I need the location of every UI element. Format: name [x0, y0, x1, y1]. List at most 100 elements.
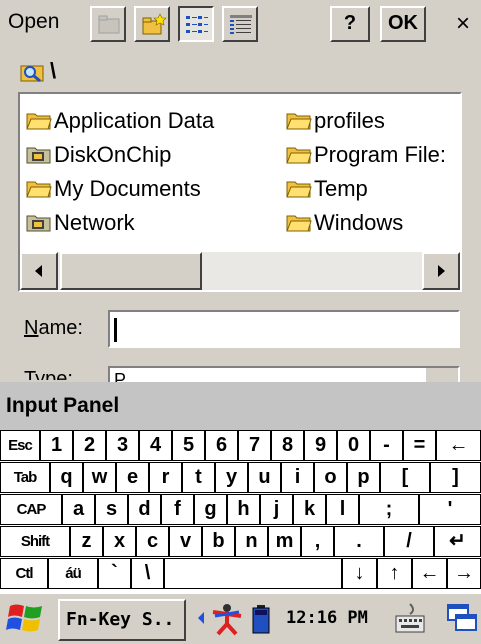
file-item-label: Application Data	[54, 108, 215, 133]
name-label-text: ame:	[38, 317, 83, 339]
folder-icon	[26, 113, 52, 130]
key-z[interactable]: z	[70, 526, 103, 557]
file-item-label: My Documents	[54, 176, 201, 201]
key-2[interactable]: 2	[73, 430, 106, 461]
key-right-bracket[interactable]: ]	[430, 462, 481, 493]
file-item-label: Windows	[314, 210, 404, 235]
key-space[interactable]	[164, 558, 342, 589]
horizontal-scrollbar[interactable]	[20, 252, 460, 290]
key-u[interactable]: u	[248, 462, 281, 493]
key-6[interactable]: 6	[205, 430, 238, 461]
key-m[interactable]: m	[268, 526, 301, 557]
key-semicolon[interactable]: ;	[359, 494, 419, 525]
scroll-right-button[interactable]	[422, 252, 460, 290]
key-g[interactable]: g	[194, 494, 227, 525]
key-up[interactable]: ↑	[377, 558, 412, 589]
key-9[interactable]: 9	[304, 430, 337, 461]
key-caps[interactable]: CAP	[0, 494, 62, 525]
key-right[interactable]: →	[447, 558, 481, 589]
key-period[interactable]: .	[334, 526, 384, 557]
input-panel-title: Input Panel	[6, 394, 120, 417]
name-field[interactable]	[108, 310, 460, 348]
path-bar: \	[0, 52, 481, 92]
key-x[interactable]: x	[103, 526, 136, 557]
key-j[interactable]: j	[260, 494, 293, 525]
key-w[interactable]: w	[83, 462, 116, 493]
keyboard-row-home: CAP a s d f g h j k l ; '	[0, 494, 481, 526]
key-5[interactable]: 5	[172, 430, 205, 461]
key-h[interactable]: h	[227, 494, 260, 525]
key-e[interactable]: e	[116, 462, 149, 493]
key-t[interactable]: t	[182, 462, 215, 493]
text-caret	[114, 318, 117, 342]
windows-flag-icon	[6, 604, 42, 632]
key-k[interactable]: k	[293, 494, 326, 525]
start-button[interactable]	[4, 598, 50, 642]
key-7[interactable]: 7	[238, 430, 271, 461]
key-esc[interactable]: Esc	[0, 430, 40, 461]
folder-icon	[26, 181, 52, 198]
key-a[interactable]: a	[62, 494, 95, 525]
key-3[interactable]: 3	[106, 430, 139, 461]
close-button[interactable]: ×	[446, 8, 480, 42]
key-q[interactable]: q	[50, 462, 83, 493]
scroll-left-button[interactable]	[20, 252, 58, 290]
details-view-icon	[230, 15, 252, 34]
up-folder-button[interactable]	[90, 6, 126, 42]
key-i[interactable]: i	[281, 462, 314, 493]
key-f[interactable]: f	[161, 494, 194, 525]
key-backslash[interactable]: \	[131, 558, 164, 589]
key-intl[interactable]: áü	[48, 558, 98, 589]
key-8[interactable]: 8	[271, 430, 304, 461]
key-c[interactable]: c	[136, 526, 169, 557]
connectivity-icon[interactable]	[210, 602, 244, 636]
key-left-bracket[interactable]: [	[380, 462, 430, 493]
help-button[interactable]: ?	[330, 6, 370, 42]
key-comma[interactable]: ,	[301, 526, 334, 557]
dialog-title: Open	[8, 10, 60, 33]
key-down[interactable]: ↓	[342, 558, 377, 589]
new-folder-button[interactable]	[134, 6, 170, 42]
key-slash[interactable]: /	[384, 526, 434, 557]
list-view-icon	[186, 16, 208, 33]
key-quote[interactable]: '	[419, 494, 481, 525]
key-y[interactable]: y	[215, 462, 248, 493]
key-n[interactable]: n	[235, 526, 268, 557]
key-shift[interactable]: Shift	[0, 526, 70, 557]
storage-card-icon	[26, 147, 51, 164]
key-s[interactable]: s	[95, 494, 128, 525]
task-button-fn-key[interactable]: Fn-Key S..	[58, 599, 186, 641]
key-backtick[interactable]: `	[98, 558, 131, 589]
list-view-button[interactable]	[178, 6, 214, 42]
key-backspace[interactable]: ←	[436, 430, 481, 461]
input-panel-header: Input Panel	[0, 382, 481, 430]
key-v[interactable]: v	[169, 526, 202, 557]
key-p[interactable]: p	[347, 462, 380, 493]
key-equals[interactable]: =	[403, 430, 436, 461]
keyboard-icon[interactable]	[394, 602, 426, 634]
key-l[interactable]: l	[326, 494, 359, 525]
scroll-thumb[interactable]	[60, 252, 202, 290]
key-left[interactable]: ←	[412, 558, 447, 589]
key-d[interactable]: d	[128, 494, 161, 525]
key-0[interactable]: 0	[337, 430, 370, 461]
key-tab[interactable]: Tab	[0, 462, 50, 493]
tray-arrow-icon[interactable]	[196, 610, 206, 626]
details-view-button[interactable]	[222, 6, 258, 42]
key-o[interactable]: o	[314, 462, 347, 493]
key-minus[interactable]: -	[370, 430, 403, 461]
key-enter[interactable]: ↵	[434, 526, 481, 557]
battery-icon[interactable]	[252, 604, 270, 634]
key-4[interactable]: 4	[139, 430, 172, 461]
key-1[interactable]: 1	[40, 430, 73, 461]
key-r[interactable]: r	[149, 462, 182, 493]
storage-card-icon	[26, 215, 51, 232]
clock[interactable]: 12:16 PM	[286, 608, 368, 628]
key-ctl[interactable]: Ctl	[0, 558, 48, 589]
key-b[interactable]: b	[202, 526, 235, 557]
soft-keyboard: Esc 1 2 3 4 5 6 7 8 9 0 - = ← Tab q w e …	[0, 430, 481, 592]
keyboard-row-qwerty: Tab q w e r t y u i o p [ ]	[0, 462, 481, 494]
desktop-icon[interactable]	[446, 602, 478, 634]
dialog-toolbar: Open ? OK ×	[0, 0, 481, 50]
ok-button[interactable]: OK	[380, 6, 426, 42]
